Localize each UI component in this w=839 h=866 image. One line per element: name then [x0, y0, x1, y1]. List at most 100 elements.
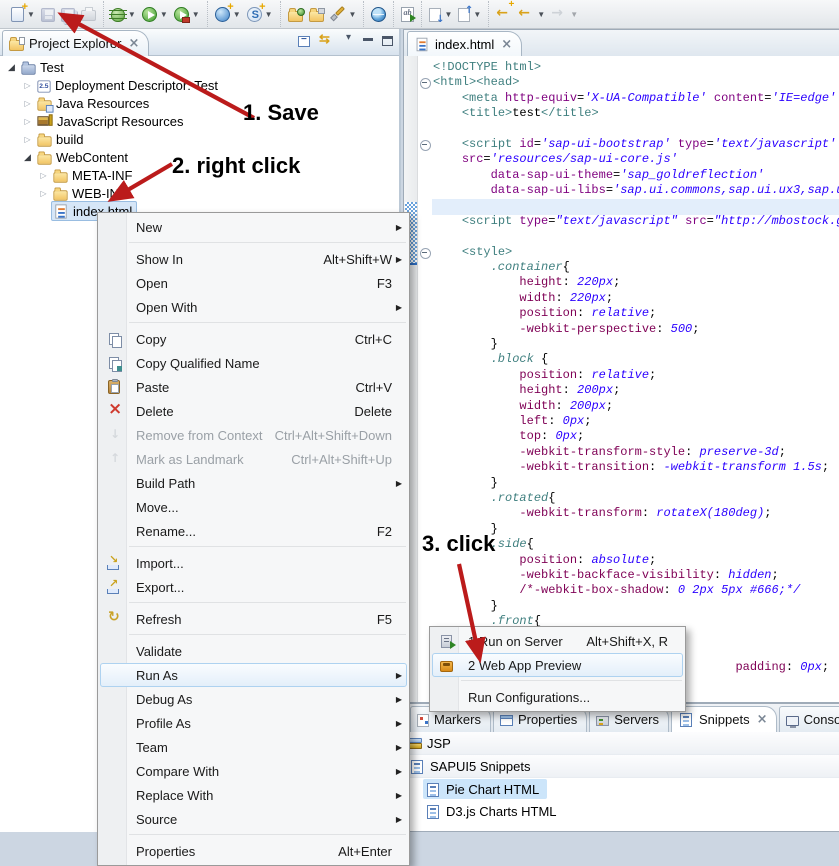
menu-item-paste[interactable]: PasteCtrl+V	[100, 375, 407, 399]
menu-item-properties[interactable]: PropertiesAlt+Enter	[100, 839, 407, 863]
snippet-row-d3js-charts-html[interactable]: D3.js Charts HTML	[404, 800, 839, 822]
menu-item-label: Run Configurations...	[468, 690, 590, 705]
open-project-button[interactable]	[285, 0, 306, 28]
run-external-tools-button[interactable]: ▼	[171, 0, 203, 28]
code-line-22: height: 200px;	[433, 383, 839, 398]
menu-item-debug-as[interactable]: Debug As▶	[100, 687, 407, 711]
menu-item-open-with[interactable]: Open With▶	[100, 295, 407, 319]
previous-annotation-button[interactable]: ▼	[455, 0, 484, 28]
expander-closed-icon[interactable]: ▷	[20, 99, 35, 108]
forward-icon	[551, 6, 567, 22]
open-folder-button[interactable]	[306, 0, 327, 28]
fold-collapse-icon[interactable]	[420, 248, 431, 259]
expander-open-icon[interactable]: ◢	[4, 62, 19, 73]
minimize-button[interactable]	[363, 38, 373, 46]
project-explorer-tab[interactable]: Project Explorer	[2, 30, 149, 56]
expander-closed-icon[interactable]: ▷	[20, 117, 35, 126]
expander-closed-icon[interactable]: ▷	[20, 81, 35, 90]
expander-closed-icon[interactable]: ▷	[36, 189, 51, 198]
menu-item-validate[interactable]: Validate	[100, 639, 407, 663]
new-wizard-button[interactable]: ▼	[8, 0, 38, 28]
menu-item-replace-with[interactable]: Replace With▶	[100, 783, 407, 807]
dropdown-caret-icon[interactable]: ▼	[570, 10, 578, 19]
close-view-icon[interactable]	[126, 38, 138, 50]
fold-collapse-icon[interactable]	[420, 78, 431, 89]
save-button[interactable]	[38, 0, 58, 28]
menu-item-new[interactable]: New▶	[100, 215, 407, 239]
externalize-strings-button[interactable]	[398, 0, 417, 28]
print-button[interactable]	[78, 0, 99, 28]
collapse-all-button[interactable]	[298, 36, 310, 47]
menu-item-copy[interactable]: CopyCtrl+C	[100, 327, 407, 351]
new-server-icon	[215, 7, 230, 22]
forward-button[interactable]: ▼	[548, 0, 581, 28]
menu-item-refresh[interactable]: RefreshF5	[100, 607, 407, 631]
tree-item-deployment-descriptor[interactable]: ▷Deployment Descriptor: Test	[2, 76, 396, 94]
dropdown-caret-icon[interactable]: ▼	[27, 10, 35, 19]
menu-item-copy-qualified-name[interactable]: Copy Qualified Name	[100, 351, 407, 375]
menu-item-move[interactable]: Move...	[100, 495, 407, 519]
menu-icon-slot	[101, 333, 127, 345]
menu-item-rename[interactable]: Rename...F2	[100, 519, 407, 543]
back-button[interactable]: ▼	[515, 0, 548, 28]
menu-item-export[interactable]: Export...	[100, 575, 407, 599]
sapui5-button[interactable]: ▼	[244, 0, 276, 28]
tab-snippets[interactable]: Snippets	[671, 706, 777, 732]
dropdown-caret-icon[interactable]: ▼	[473, 10, 481, 19]
menu-item-right: F5	[377, 612, 406, 627]
last-edit-location-button[interactable]	[493, 0, 515, 28]
run-button[interactable]: ▼	[139, 0, 171, 28]
expander-closed-icon[interactable]: ▷	[36, 171, 51, 180]
dropdown-caret-icon[interactable]: ▼	[192, 10, 200, 19]
menu-item-run-as[interactable]: Run As▶	[100, 663, 407, 687]
menu-item-compare-with[interactable]: Compare With▶	[100, 759, 407, 783]
menu-item-open[interactable]: OpenF3	[100, 271, 407, 295]
menu-item-delete[interactable]: DeleteDelete	[100, 399, 407, 423]
close-tab-icon[interactable]	[755, 714, 767, 726]
menu-item-show-in[interactable]: Show InAlt+Shift+W▶	[100, 247, 407, 271]
dropdown-caret-icon[interactable]: ▼	[537, 10, 545, 19]
maximize-button[interactable]	[382, 36, 393, 46]
next-annotation-button[interactable]: ▼	[426, 0, 455, 28]
web-browser-button[interactable]	[368, 0, 389, 28]
submenu-item-run-on-server[interactable]: 1 Run on ServerAlt+Shift+X, R	[432, 629, 683, 653]
tab-console[interactable]: Console	[779, 706, 839, 732]
menu-item-profile-as[interactable]: Profile As▶	[100, 711, 407, 735]
fold-collapse-icon[interactable]	[420, 140, 431, 151]
tree-item-build-folder[interactable]: ▷build	[2, 130, 396, 148]
menu-item-source[interactable]: Source▶	[100, 807, 407, 831]
submenu-item-run-configurations[interactable]: Run Configurations...	[432, 685, 683, 709]
close-tab-icon[interactable]	[499, 39, 511, 51]
save-all-button[interactable]	[58, 0, 78, 28]
submenu-item-web-app-preview[interactable]: 2 Web App Preview	[432, 653, 683, 677]
dropdown-caret-icon[interactable]: ▼	[233, 10, 241, 19]
dropdown-caret-icon[interactable]: ▼	[444, 10, 452, 19]
menu-item-team[interactable]: Team▶	[100, 735, 407, 759]
previous-annotation-icon	[458, 8, 470, 22]
snippet-row-jsp-drawer[interactable]: JSP	[404, 732, 839, 755]
menu-item-right: ▶	[392, 791, 406, 800]
brush-button[interactable]: ▼	[327, 0, 360, 28]
debug-button[interactable]: ▼	[108, 0, 139, 28]
link-with-editor-button[interactable]	[319, 32, 335, 48]
editor-tab-index-html[interactable]: index.html	[407, 31, 522, 57]
tree-item-test-project[interactable]: ◢Test	[2, 58, 396, 76]
dropdown-caret-icon[interactable]: ▼	[265, 10, 273, 19]
snippet-row-pie-chart-html[interactable]: Pie Chart HTML	[404, 778, 839, 800]
dropdown-caret-icon[interactable]: ▼	[128, 10, 136, 19]
dropdown-caret-icon[interactable]: ▼	[160, 10, 168, 19]
snippet-row-sapui5-snippets-drawer[interactable]: SAPUI5 Snippets	[404, 755, 839, 778]
menu-item-build-path[interactable]: Build Path▶	[100, 471, 407, 495]
view-menu-button[interactable]	[344, 32, 354, 48]
dropdown-caret-icon[interactable]: ▼	[349, 10, 357, 19]
menu-item-import[interactable]: Import...	[100, 551, 407, 575]
menu-item-label: Profile As	[136, 716, 191, 731]
expander-closed-icon[interactable]: ▷	[20, 135, 35, 144]
new-server-button[interactable]: ▼	[212, 0, 244, 28]
code-editor[interactable]: <!DOCTYPE html><html><head> <meta http-e…	[404, 56, 839, 702]
menu-item-label: Properties	[136, 844, 195, 859]
tree-item-java-resources[interactable]: ▷Java Resources	[2, 94, 396, 112]
expander-open-icon[interactable]: ◢	[20, 152, 35, 163]
tree-item-web-inf-folder[interactable]: ▷WEB-INF	[2, 184, 396, 202]
tree-item-javascript-resources[interactable]: ▷JavaScript Resources	[2, 112, 396, 130]
